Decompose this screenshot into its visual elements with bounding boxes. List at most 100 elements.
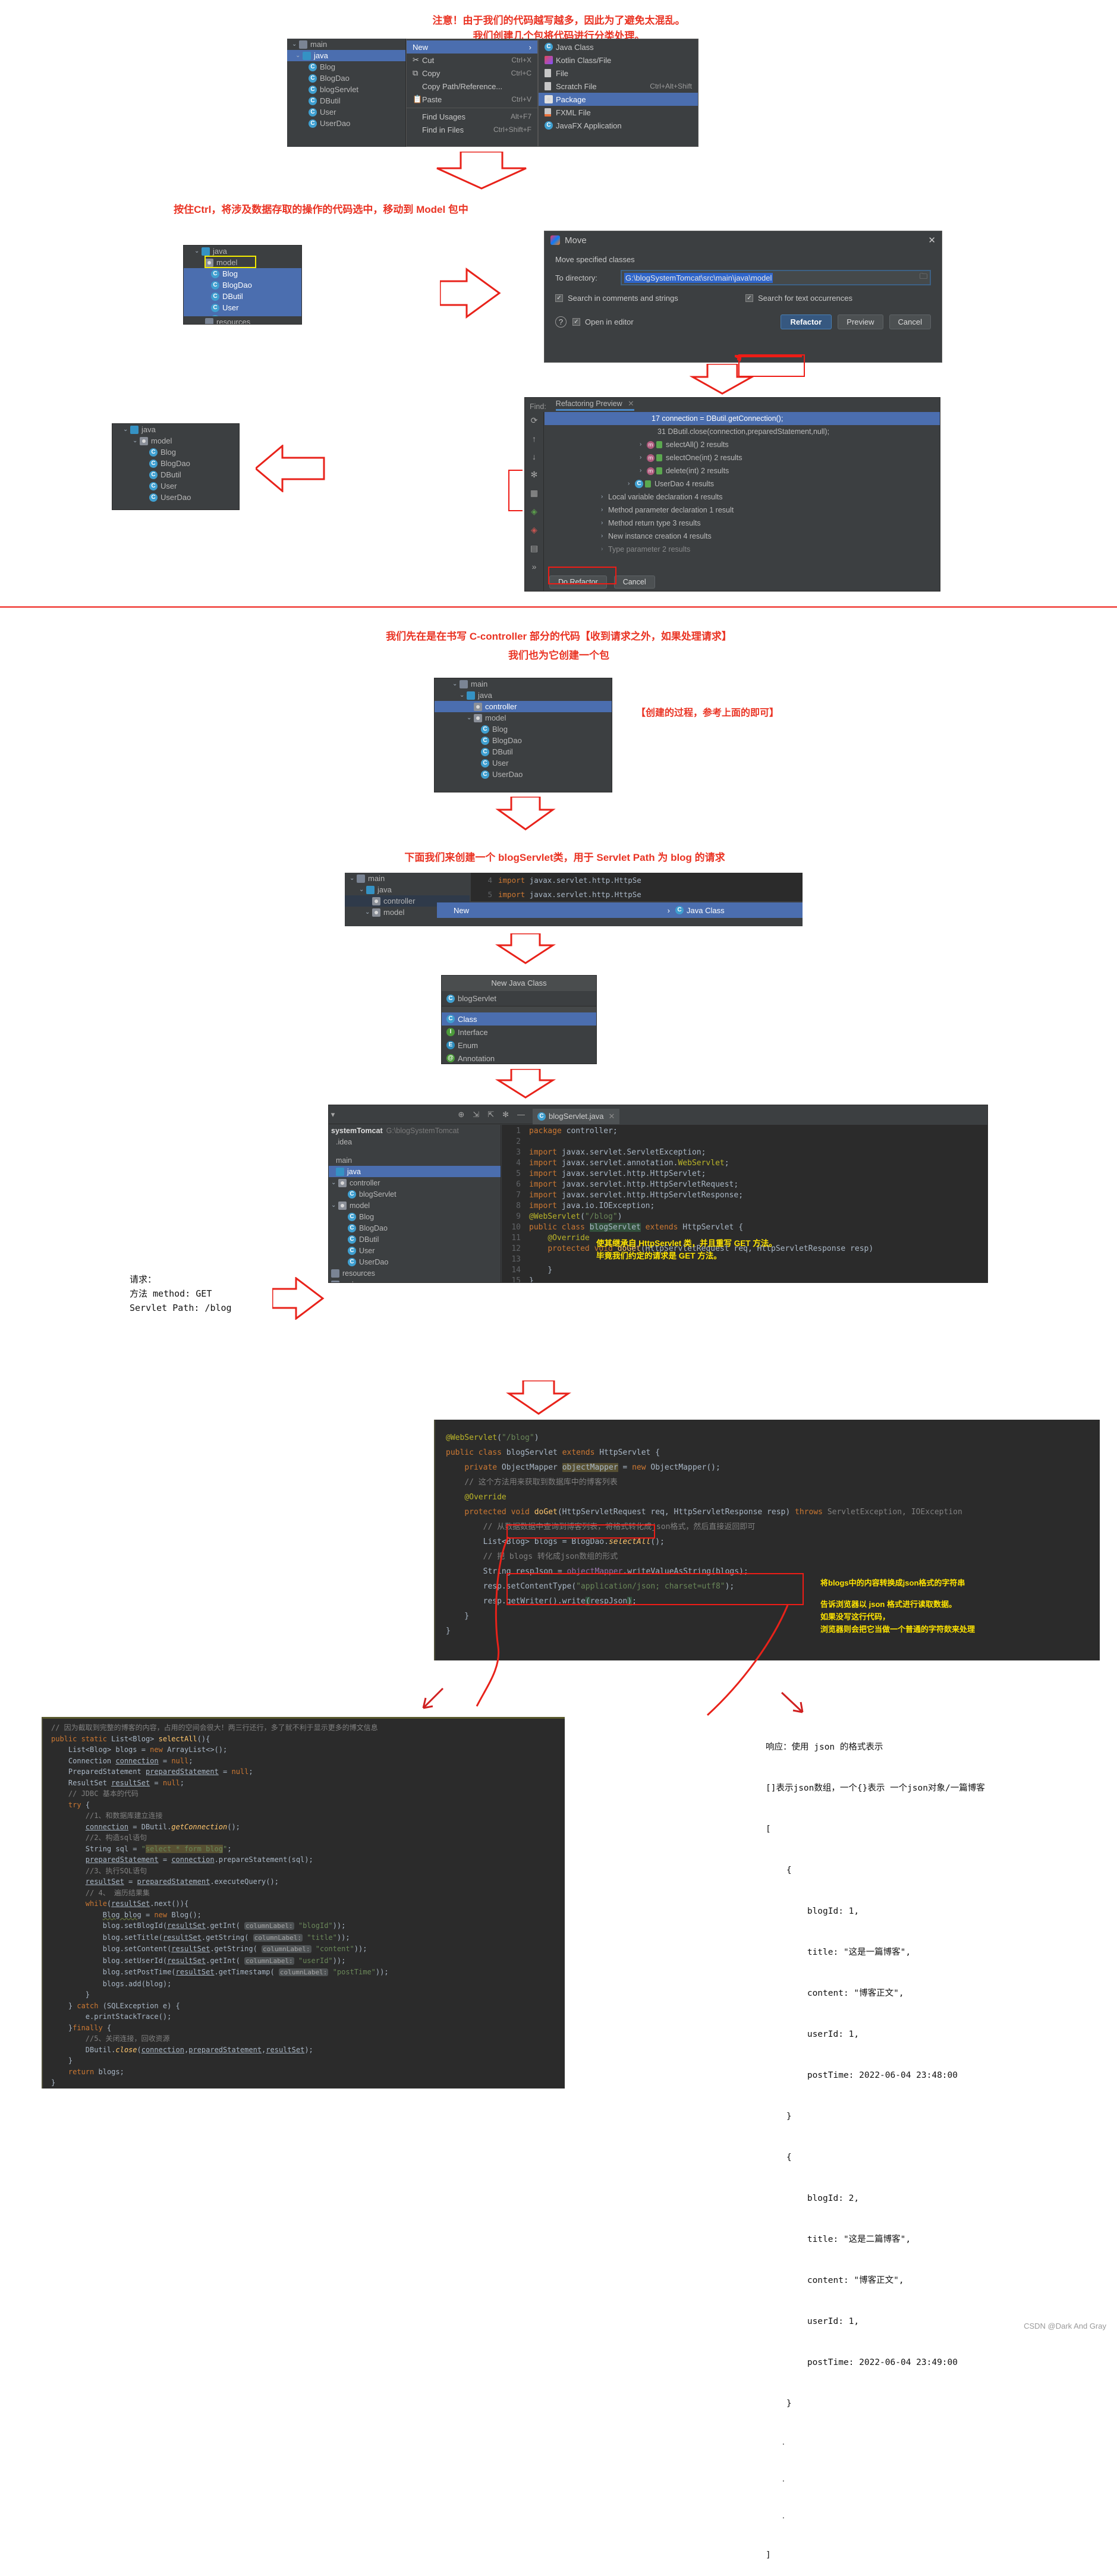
gear-icon[interactable]: ✻ (502, 1110, 509, 1119)
tree-item-model[interactable]: ⌄ model (112, 435, 239, 446)
menu-item-copy-path[interactable]: Copy Path/Reference... (407, 80, 537, 93)
expand-icon[interactable]: ◈ (531, 507, 537, 517)
move-dialog[interactable]: Move ✕ Move specified classes To directo… (544, 231, 942, 363)
refactor-row-6[interactable]: › Local variable declaration 4 results (545, 490, 940, 504)
refactoring-preview-panel[interactable]: Find: Refactoring Preview ✕ ⟳ ↑ ↓ ✻ ▦ ◈ … (524, 397, 940, 592)
tree-item-webapp[interactable]: webapp (329, 1279, 501, 1282)
tree-item-blog[interactable]: C Blog (435, 724, 612, 735)
section1-new-submenu[interactable]: C Java Class Kotlin Class/File File Scra… (538, 39, 698, 147)
tree-item-java[interactable]: ⌄ java (345, 884, 470, 895)
submenu-item-java-class[interactable]: C Java Class (671, 902, 803, 918)
submenu-item-kotlin-class[interactable]: Kotlin Class/File (539, 54, 698, 67)
new-java-class-dialog[interactable]: New Java Class C blogServlet C Class I I… (441, 975, 597, 1064)
tree-item-blog[interactable]: C Blog (329, 1211, 501, 1222)
cancel-refactor-button[interactable]: Cancel (613, 575, 655, 589)
refactor-row-8[interactable]: › Method return type 3 results (545, 517, 940, 530)
option-class[interactable]: C Class (442, 1012, 596, 1026)
arrow-up-icon[interactable]: ↑ (532, 434, 536, 444)
gear-icon[interactable]: ✻ (531, 470, 538, 480)
refactor-row-7[interactable]: › Method parameter declaration 1 result (545, 504, 940, 517)
refactor-row-10[interactable]: › Type parameter 2 results (545, 543, 940, 556)
search-comments-checkbox[interactable]: ✓ Search in comments and strings (555, 294, 745, 303)
tree-item-blogdao[interactable]: C BlogDao (112, 458, 239, 469)
open-in-editor-checkbox[interactable]: ✓ Open in editor (572, 317, 634, 326)
tree-item-blog[interactable]: C Blog (112, 446, 239, 458)
refactor-button[interactable]: Refactor (780, 314, 832, 329)
tree-item-java[interactable]: ⌄ java (435, 690, 612, 701)
menu-item-new[interactable]: New › (437, 902, 675, 918)
tree-item-main[interactable]: main (329, 1155, 501, 1166)
tree-item-resources[interactable]: resources (329, 1267, 501, 1279)
tree-item-main[interactable]: ⌄ main (345, 873, 470, 884)
menu-item-paste[interactable]: 📋 Paste Ctrl+V (407, 93, 537, 106)
refactor-row-9[interactable]: › New instance creation 4 results (545, 530, 940, 543)
more-icon[interactable]: » (532, 562, 537, 571)
tree-item-blog[interactable]: C Blog (184, 268, 301, 279)
tree-item-resources[interactable]: resources (184, 316, 301, 324)
tree-item-blogdao[interactable]: C BlogDao (435, 735, 612, 746)
tree-item-project-root[interactable]: systemTomcat G:\blogSystemTomcat (329, 1125, 501, 1136)
collapse-all-icon[interactable]: ⇱ (487, 1110, 494, 1119)
tree-item-controller[interactable]: ⌄ controller (329, 1177, 501, 1188)
preview-icon[interactable]: ▤ (530, 543, 538, 553)
tree-item-userdao[interactable]: C UserDao (112, 492, 239, 503)
submenu-item-file[interactable]: File (539, 67, 698, 80)
close-icon[interactable]: ✕ (628, 400, 634, 408)
tree-item-controller[interactable]: controller (435, 701, 612, 712)
section4-project-tree[interactable]: ⌄ main ⌄ java controller ⌄ model C Blog … (434, 678, 612, 792)
tree-item-main[interactable]: ⌄ main (435, 678, 612, 690)
cancel-button[interactable]: Cancel (889, 314, 931, 329)
dropdown-icon[interactable]: ▾ (329, 1110, 337, 1119)
section3-project-tree[interactable]: ⌄ java ⌄ model C Blog C BlogDao C DButil… (112, 423, 240, 510)
tree-item-dbutil[interactable]: C DButil (184, 291, 301, 302)
tree-item-blogservlet[interactable]: C blogServlet (329, 1188, 501, 1200)
section5-ide-strip[interactable]: ⌄ main ⌄ java controller ⌄ model 4 impor… (345, 873, 803, 926)
section8-code-block[interactable]: // 因为截取到完整的博客的内容，占用的空间会很大！两三行还行，多了就不利于显示… (42, 1717, 565, 2089)
tree-item-blogservlet[interactable]: C blogServlet (287, 84, 405, 95)
tree-item-dbutil[interactable]: C DButil (435, 746, 612, 757)
menu-item-new[interactable]: New › (407, 40, 537, 54)
refactor-row-3[interactable]: › m selectOne(int) 2 results (545, 451, 940, 464)
refactor-row-5[interactable]: › C UserDao 4 results (545, 477, 940, 490)
submenu-item-javafx-app[interactable]: C JavaFX Application (539, 119, 698, 132)
menu-item-copy[interactable]: ⧉ Copy Ctrl+C (407, 67, 537, 80)
tree-item-user[interactable]: C User (435, 757, 612, 769)
tab-refactoring-preview[interactable]: Refactoring Preview ✕ (555, 399, 634, 411)
submenu-item-package[interactable]: Package (539, 93, 698, 106)
rerun-icon[interactable]: ⟳ (531, 416, 538, 426)
help-icon[interactable]: ? (555, 316, 567, 328)
refactor-row-0[interactable]: 17 connection = DButil.getConnection(); (545, 412, 940, 425)
to-directory-input[interactable]: G:\blogSystemTomcat\src\main\java\model (624, 272, 773, 283)
submenu-item-fxml-file[interactable]: FXML File (539, 106, 698, 119)
tree-item-dbutil[interactable]: C DButil (329, 1234, 501, 1245)
tree-item-blogdao[interactable]: C BlogDao (329, 1222, 501, 1234)
tree-item-user[interactable]: C User (112, 480, 239, 492)
tree-item-user[interactable]: C User (329, 1245, 501, 1256)
search-text-occurrences-checkbox[interactable]: ✓ Search for text occurrences (745, 294, 852, 303)
export-icon[interactable]: ◈ (531, 525, 537, 535)
section1-context-menu[interactable]: New › ✂ Cut Ctrl+X ⧉ Copy Ctrl+C Copy Pa… (406, 39, 538, 147)
tree-item-dbutil[interactable]: C DButil (112, 469, 239, 480)
tree-item-model[interactable]: ⌄ model (435, 712, 612, 724)
close-icon[interactable]: ✕ (928, 235, 936, 246)
tree-item-blog[interactable]: C Blog (287, 61, 405, 73)
class-name-input[interactable]: C blogServlet (442, 991, 596, 1007)
tree-item-idea[interactable]: .idea (329, 1136, 501, 1147)
tree-item-dbutil[interactable]: C DButil (287, 95, 405, 106)
submenu-item-scratch-file[interactable]: Scratch File Ctrl+Alt+Shift (539, 80, 698, 93)
section1-project-tree[interactable]: ⌄ main ⌄ java C Blog C BlogDao C blogSer… (287, 39, 406, 147)
tree-item-user[interactable]: C User (287, 106, 405, 118)
ide-window[interactable]: ▾ ⊕ ⇲ ⇱ ✻ — C blogServlet.java ✕ systemT… (328, 1105, 988, 1283)
refactor-row-2[interactable]: › m selectAll() 2 results (545, 438, 940, 451)
tab-blogservlet-java[interactable]: C blogServlet.java ✕ (533, 1108, 620, 1124)
browse-folder-icon[interactable]: 🗀 (920, 271, 927, 284)
expand-all-icon[interactable]: ⇲ (473, 1110, 479, 1119)
arrow-down-icon[interactable]: ↓ (532, 452, 536, 461)
tree-item-blogdao[interactable]: C BlogDao (287, 73, 405, 84)
menu-item-find-usages[interactable]: Find Usages Alt+F7 (407, 110, 537, 123)
tree-item-java[interactable]: java (329, 1166, 501, 1177)
submenu-item-java-class[interactable]: C Java Class (539, 40, 698, 54)
tree-item-user[interactable]: C User (184, 302, 301, 313)
tree-item-model[interactable]: ⌄ model (329, 1200, 501, 1211)
tree-item-main[interactable]: ⌄ main (287, 39, 405, 50)
